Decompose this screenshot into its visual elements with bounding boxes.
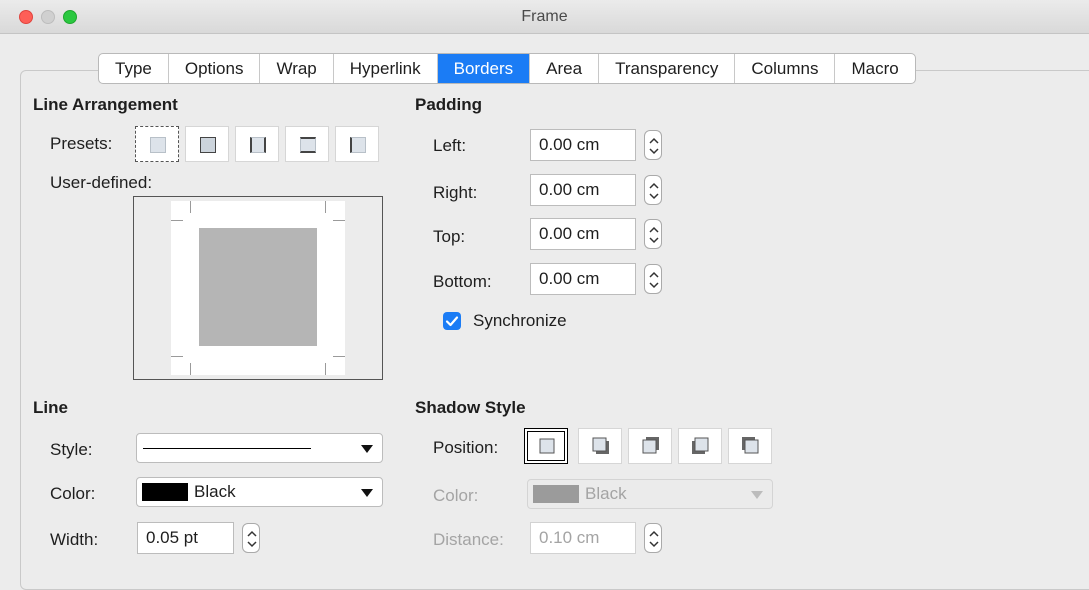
tab-type[interactable]: Type bbox=[99, 54, 169, 83]
corner-tick bbox=[171, 356, 183, 357]
tab-columns[interactable]: Columns bbox=[735, 54, 836, 83]
shadow-color-dropdown[interactable]: Black bbox=[527, 479, 773, 509]
shadow-top-left-icon bbox=[742, 437, 759, 454]
stepper-icon bbox=[649, 530, 659, 548]
stepper-icon bbox=[649, 137, 659, 155]
chevron-down-icon bbox=[361, 489, 373, 497]
line-arrangement-heading: Line Arrangement bbox=[33, 95, 178, 114]
line-color-dropdown[interactable]: Black bbox=[136, 477, 383, 507]
tab-borders[interactable]: Borders bbox=[437, 54, 531, 83]
padding-top-stepper[interactable] bbox=[644, 219, 662, 249]
padding-top-field[interactable]: 0.00 cm bbox=[530, 218, 636, 250]
synchronize-checkbox[interactable] bbox=[443, 312, 461, 330]
shadow-none-icon bbox=[539, 438, 555, 454]
tab-transparency[interactable]: Transparency bbox=[599, 54, 736, 83]
shadow-bottom-left-button[interactable] bbox=[678, 428, 722, 464]
shadow-distance-stepper[interactable] bbox=[644, 523, 662, 553]
line-heading: Line bbox=[33, 398, 68, 417]
shadow-bottom-right-icon bbox=[592, 437, 609, 454]
line-width-label: Width: bbox=[50, 530, 99, 549]
tab-bar: Type Options Wrap Hyperlink Borders Area… bbox=[98, 53, 916, 84]
user-defined-border-preview[interactable] bbox=[133, 196, 383, 380]
shadow-top-right-button[interactable] bbox=[628, 428, 672, 464]
preset-left-right-button[interactable] bbox=[285, 126, 329, 162]
shadow-bottom-right-button[interactable] bbox=[578, 428, 622, 464]
tab-macro[interactable]: Macro bbox=[835, 54, 914, 83]
synchronize-label: Synchronize bbox=[473, 311, 567, 330]
padding-bottom-stepper[interactable] bbox=[644, 264, 662, 294]
padding-right-label: Right: bbox=[433, 183, 478, 202]
window-title: Frame bbox=[521, 8, 568, 25]
shadow-none-button[interactable] bbox=[524, 428, 568, 464]
corner-tick bbox=[325, 201, 326, 213]
corner-tick bbox=[333, 356, 345, 357]
corner-tick bbox=[190, 363, 191, 375]
preset-none-button[interactable] bbox=[135, 126, 179, 162]
padding-bottom-label: Bottom: bbox=[433, 272, 492, 291]
padding-left-stepper[interactable] bbox=[644, 130, 662, 160]
presets-label: Presets: bbox=[50, 134, 113, 153]
line-color-value: Black bbox=[194, 482, 236, 501]
shadow-style-heading: Shadow Style bbox=[415, 398, 526, 417]
tab-area[interactable]: Area bbox=[530, 54, 600, 83]
shadow-bottom-left-icon bbox=[692, 437, 709, 454]
color-swatch bbox=[142, 483, 188, 501]
padding-left-field[interactable]: 0.00 cm bbox=[530, 129, 636, 161]
stepper-icon bbox=[649, 182, 659, 200]
preview-paper bbox=[171, 201, 345, 375]
color-swatch bbox=[533, 485, 579, 503]
preset-box-button[interactable] bbox=[185, 126, 229, 162]
shadow-color-label: Color: bbox=[433, 486, 479, 505]
line-style-label: Style: bbox=[50, 440, 93, 459]
corner-tick bbox=[325, 363, 326, 375]
padding-right-stepper[interactable] bbox=[644, 175, 662, 205]
chevron-down-icon bbox=[361, 445, 373, 453]
line-width-stepper[interactable] bbox=[242, 523, 260, 553]
corner-tick bbox=[333, 220, 345, 221]
stepper-icon bbox=[247, 530, 257, 548]
line-style-dropdown[interactable] bbox=[136, 433, 383, 463]
shadow-distance-label: Distance: bbox=[433, 530, 504, 549]
shadow-distance-field[interactable]: 0.10 cm bbox=[530, 522, 636, 554]
user-defined-label: User-defined: bbox=[50, 173, 153, 192]
stepper-icon bbox=[649, 226, 659, 244]
preset-top-bottom-button[interactable] bbox=[335, 126, 379, 162]
tab-hyperlink[interactable]: Hyperlink bbox=[334, 54, 438, 83]
preview-frame bbox=[199, 228, 317, 346]
shadow-position-label: Position: bbox=[433, 438, 499, 457]
preset-box-inner-button[interactable] bbox=[235, 126, 279, 162]
shadow-color-value: Black bbox=[585, 484, 627, 503]
padding-heading: Padding bbox=[415, 95, 483, 114]
tab-options[interactable]: Options bbox=[169, 54, 261, 83]
checkmark-icon bbox=[445, 316, 459, 327]
tab-wrap[interactable]: Wrap bbox=[260, 54, 334, 83]
line-style-preview bbox=[143, 448, 311, 449]
padding-right-field[interactable]: 0.00 cm bbox=[530, 174, 636, 206]
shadow-top-right-icon bbox=[642, 437, 659, 454]
title-bar: Frame bbox=[0, 0, 1089, 34]
shadow-top-left-button[interactable] bbox=[728, 428, 772, 464]
corner-tick bbox=[171, 220, 183, 221]
line-color-label: Color: bbox=[50, 484, 96, 503]
padding-top-label: Top: bbox=[433, 227, 466, 246]
corner-tick bbox=[190, 201, 191, 213]
chevron-down-icon bbox=[751, 491, 763, 499]
padding-bottom-field[interactable]: 0.00 cm bbox=[530, 263, 636, 295]
padding-left-label: Left: bbox=[433, 136, 467, 155]
stepper-icon bbox=[649, 271, 659, 289]
line-width-field[interactable]: 0.05 pt bbox=[137, 522, 234, 554]
